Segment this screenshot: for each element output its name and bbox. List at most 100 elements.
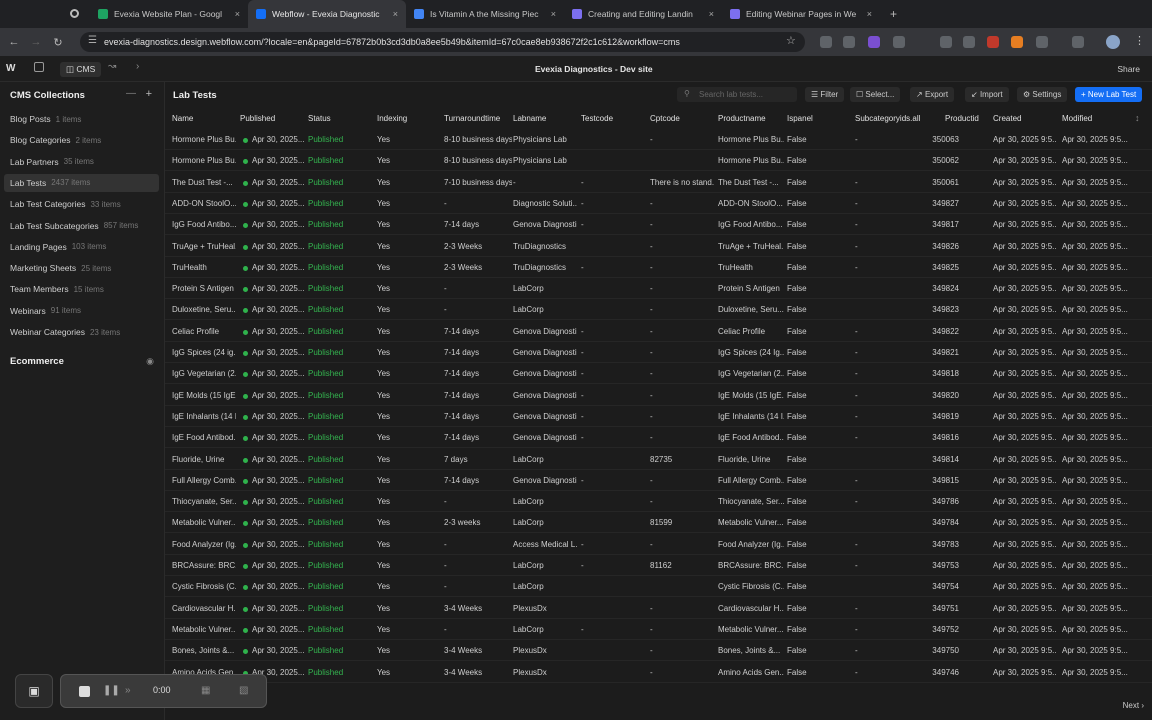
table-row[interactable]: Hormone Plus Bu... Apr 30, 2025... Publish… bbox=[165, 150, 1152, 172]
search-input[interactable]: ⚲ Search lab tests... bbox=[677, 87, 797, 102]
table-row[interactable]: Bones, Joints &... Apr 30, 2025... Publish… bbox=[165, 640, 1152, 662]
tab-close-icon[interactable]: × bbox=[235, 9, 240, 19]
sidebar-item-collection[interactable]: Lab Tests 2437 items bbox=[4, 173, 159, 192]
table-row[interactable]: IgE Molds (15 IgE... Apr 30, 2025... Publi… bbox=[165, 385, 1152, 406]
table-row[interactable]: TruHealth Apr 30, 2025... Published Yes 2-3 … bbox=[165, 257, 1152, 278]
visibility-eye-icon[interactable]: ◉ bbox=[146, 356, 154, 367]
column-header[interactable]: Labname bbox=[513, 111, 579, 127]
app-icon[interactable]: › bbox=[136, 61, 139, 72]
camera-toggle-button[interactable]: ▣ bbox=[15, 674, 53, 708]
profile-avatar[interactable] bbox=[1106, 35, 1120, 49]
table-row[interactable]: BRCAssure: BRC... Apr 30, 2025... Publishe… bbox=[165, 555, 1152, 576]
tab-close-icon[interactable]: × bbox=[709, 9, 714, 19]
extension-icon[interactable] bbox=[963, 36, 975, 48]
table-row[interactable]: IgE Inhalants (14 I... Apr 30, 2025...Pub… bbox=[165, 406, 1152, 427]
site-info-icon[interactable]: ☰ bbox=[88, 35, 97, 46]
sidebar-item-collection[interactable]: Team Members 15 items bbox=[4, 280, 159, 298]
table-row[interactable]: Food Analyzer (Ig... Apr 30, 2025... Publi… bbox=[165, 534, 1152, 555]
collapse-icon[interactable]: — bbox=[126, 88, 136, 99]
browser-tab[interactable]: Creating and Editing Landin × bbox=[564, 0, 722, 28]
table-row[interactable]: IgG Food Antibo... Apr 30, 2025... Publish… bbox=[165, 214, 1152, 236]
table-row[interactable]: Thiocyanate, Ser... Apr 30, 2025... Publis… bbox=[165, 491, 1152, 513]
sidebar-item-collection[interactable]: Blog Posts 1 items bbox=[4, 110, 159, 128]
grid-icon[interactable]: ▦ bbox=[201, 685, 210, 696]
new-tab-button[interactable]: + bbox=[890, 7, 897, 21]
table-row[interactable]: Fluoride, Urine Apr 30, 2025... Published Y… bbox=[165, 449, 1152, 470]
bookmark-star-icon[interactable]: ☆ bbox=[786, 34, 796, 47]
table-row[interactable]: IgG Vegetarian (2... Apr 30, 2025... Publi… bbox=[165, 363, 1152, 385]
table-row[interactable]: IgG Spices (24 ig... Apr 30, 2025... Publi… bbox=[165, 342, 1152, 363]
select-button[interactable]: ☐ Select... bbox=[850, 87, 901, 102]
browser-tab[interactable]: Webflow - Evexia Diagnostic × bbox=[248, 0, 406, 28]
sidebar-item-collection[interactable]: Webinar Categories 23 items bbox=[4, 323, 159, 341]
table-row[interactable]: Metabolic Vulner... Apr 30, 2025... Publis… bbox=[165, 619, 1152, 640]
extension-icon[interactable] bbox=[1011, 36, 1023, 48]
browser-tab[interactable]: Editing Webinar Pages in We × bbox=[722, 0, 880, 28]
table-row[interactable]: ADD-ON StoolO... Apr 30, 2025... Published… bbox=[165, 193, 1152, 214]
sidebar-item-collection[interactable]: Landing Pages 103 items bbox=[4, 238, 159, 256]
pause-button[interactable]: ❚❚ bbox=[103, 685, 120, 696]
sidebar-item-collection[interactable]: Lab Test Subcategories 857 items bbox=[4, 217, 159, 235]
table-row[interactable]: Celiac Profile Apr 30, 2025... Published Ye… bbox=[165, 321, 1152, 342]
column-header[interactable]: Indexing bbox=[377, 111, 443, 127]
column-header[interactable]: Created bbox=[993, 111, 1059, 127]
stop-button[interactable] bbox=[79, 686, 90, 697]
table-row[interactable]: Cystic Fibrosis (C... Apr 30, 2025... Publ… bbox=[165, 576, 1152, 598]
column-header[interactable]: Ispanel bbox=[787, 111, 853, 127]
export-button[interactable]: ↗ Export bbox=[910, 87, 955, 102]
filter-button[interactable]: ☰ Filter bbox=[805, 87, 845, 102]
share-button[interactable]: Share bbox=[1117, 64, 1140, 74]
trash-icon[interactable]: ▧ bbox=[239, 685, 248, 696]
extension-icon[interactable] bbox=[987, 36, 999, 48]
browser-tab[interactable]: Evexia Website Plan - Googl × bbox=[90, 0, 248, 28]
sidebar-item-collection[interactable]: Marketing Sheets 25 items bbox=[4, 259, 159, 277]
table-row[interactable]: Cardiovascular H... Apr 30, 2025... Publis… bbox=[165, 598, 1152, 619]
side-panel-icon[interactable] bbox=[1072, 36, 1084, 48]
cms-tab[interactable]: ◫ CMS bbox=[60, 62, 102, 77]
table-row[interactable]: Hormone Plus Bu... Apr 30, 2025... Publish… bbox=[165, 129, 1152, 150]
extension-icon[interactable] bbox=[893, 36, 905, 48]
extension-icon[interactable] bbox=[868, 36, 880, 48]
column-header[interactable]: Testcode bbox=[581, 111, 647, 127]
webflow-logo-icon[interactable]: W bbox=[6, 63, 15, 74]
tab-close-icon[interactable]: × bbox=[393, 9, 398, 19]
column-settings-icon[interactable]: ↕ bbox=[1135, 113, 1140, 123]
extensions-puzzle-icon[interactable] bbox=[1036, 36, 1048, 48]
column-header[interactable]: Productname bbox=[718, 111, 786, 127]
column-header[interactable]: Cptcode bbox=[650, 111, 716, 127]
column-header[interactable]: Published bbox=[240, 111, 306, 127]
forward-icon[interactable]: → bbox=[28, 36, 44, 48]
sidebar-item-collection[interactable]: Lab Partners 35 items bbox=[4, 153, 159, 171]
import-button[interactable]: ↙ Import bbox=[965, 87, 1009, 102]
assets-icon[interactable]: ↝ bbox=[108, 61, 116, 72]
column-header[interactable]: Name bbox=[172, 111, 238, 127]
column-header[interactable]: Modified bbox=[1062, 111, 1132, 127]
table-row[interactable]: Protein S Antigen Apr 30, 2025... Publishe… bbox=[165, 278, 1152, 300]
sidebar-item-collection[interactable]: Blog Categories 2 items bbox=[4, 131, 159, 149]
table-row[interactable]: Metabolic Vulner... Apr 30, 2025... Publis… bbox=[165, 512, 1152, 534]
reload-icon[interactable]: ↻ bbox=[50, 36, 66, 49]
next-page-button[interactable]: Next › bbox=[1123, 701, 1144, 710]
back-icon[interactable]: ← bbox=[6, 36, 22, 48]
table-row[interactable]: Amino Acids Gen... Apr 30, 2025... Publish… bbox=[165, 662, 1152, 683]
add-collection-icon[interactable]: + bbox=[146, 88, 152, 100]
column-header[interactable]: Status bbox=[308, 111, 374, 127]
tab-close-icon[interactable]: × bbox=[551, 9, 556, 19]
column-header[interactable]: Turnaroundtime bbox=[444, 111, 514, 127]
settings-button[interactable]: ⚙ Settings bbox=[1017, 87, 1068, 102]
extension-icon[interactable] bbox=[843, 36, 855, 48]
column-header[interactable]: Subcategoryids.all bbox=[855, 111, 925, 127]
url-input[interactable]: ☰ evexia-diagnostics.design.webflow.com/… bbox=[80, 32, 805, 52]
sidebar-item-collection[interactable]: Lab Test Categories 33 items bbox=[4, 195, 159, 213]
extension-icon[interactable] bbox=[940, 36, 952, 48]
browser-tab[interactable]: Is Vitamin A the Missing Piec × bbox=[406, 0, 564, 28]
table-row[interactable]: Duloxetine, Seru... Apr 30, 2025... Publis… bbox=[165, 299, 1152, 321]
extension-icon[interactable] bbox=[820, 36, 832, 48]
tab-close-icon[interactable]: × bbox=[867, 9, 872, 19]
table-row[interactable]: The Dust Test -... Apr 30, 2025... Publish… bbox=[165, 172, 1152, 193]
table-row[interactable]: Full Allergy Comb... Apr 30, 2025... Publi… bbox=[165, 470, 1152, 491]
table-row[interactable]: IgE Food Antibod... Apr 30, 2025... Publis… bbox=[165, 427, 1152, 449]
new-lab-test-button[interactable]: + New Lab Test bbox=[1075, 87, 1143, 102]
table-row[interactable]: TruAge + TruHeal... Apr 30, 2025... Publis… bbox=[165, 236, 1152, 257]
browser-menu-icon[interactable]: ⋮ bbox=[1134, 34, 1145, 47]
